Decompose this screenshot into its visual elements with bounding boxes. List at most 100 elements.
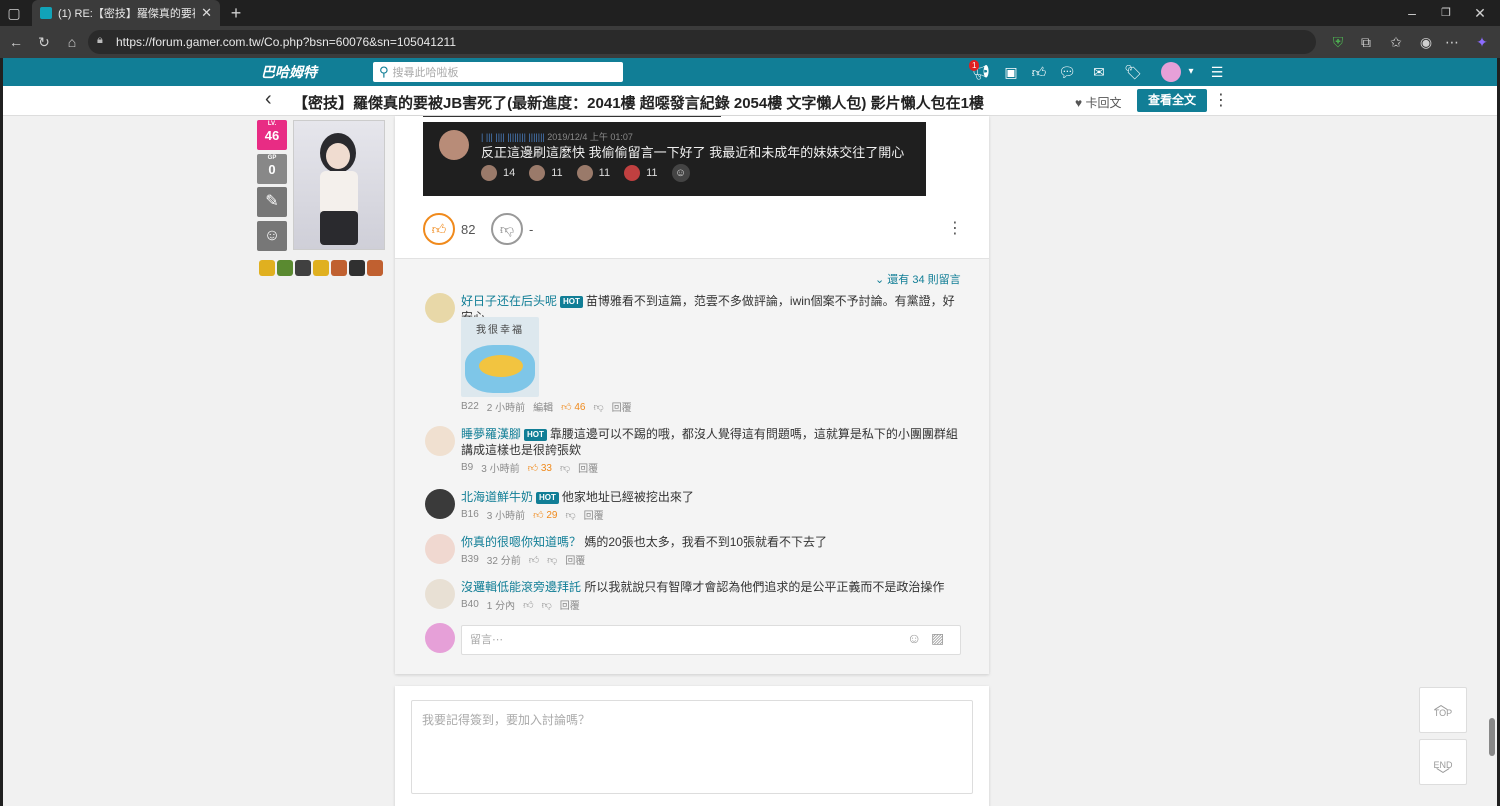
dislike-count: -: [529, 222, 534, 237]
comment-like-icon[interactable]: 👍︎: [523, 599, 533, 611]
search-input[interactable]: ⚲ 搜尋此哈啦板: [373, 62, 623, 82]
medal-icon[interactable]: [349, 260, 365, 276]
copilot-icon[interactable]: ✦: [1470, 30, 1494, 54]
comment-avatar[interactable]: [425, 534, 455, 564]
hamburger-menu-icon[interactable]: ☰: [1205, 58, 1229, 86]
restore-icon[interactable]: ❐: [1434, 1, 1458, 25]
medal-icon[interactable]: [313, 260, 329, 276]
comment-footer: B9 3 小時前 👍︎ 33 👎︎ 回覆: [461, 460, 598, 475]
comment-author[interactable]: 沒邏輯低能滾旁邊拜託: [461, 580, 581, 594]
comment-body: 沒邏輯低能滾旁邊拜託 所以我就說只有智障才會認為他們追求的是公平正義而不是政治操…: [461, 579, 965, 595]
scrollbar-thumb[interactable]: [1489, 718, 1495, 756]
extensions-icon[interactable]: ⧉: [1354, 30, 1378, 54]
mail-icon[interactable]: ✉: [1087, 58, 1111, 86]
comment-floor: B22: [461, 401, 479, 412]
dislike-button[interactable]: 👎︎: [491, 213, 523, 245]
like-notify-icon[interactable]: 👍︎: [1027, 58, 1051, 86]
like-button[interactable]: 👍︎: [423, 213, 455, 245]
like-count[interactable]: 82: [461, 222, 475, 237]
comment-avatar[interactable]: [425, 489, 455, 519]
thumbs-down-icon: 👎︎: [499, 221, 515, 237]
profile-icon[interactable]: ◉: [1414, 30, 1438, 54]
comment-dislike-icon[interactable]: 👎︎: [560, 462, 570, 474]
comment-like-button[interactable]: 👍︎ 29: [533, 509, 557, 521]
thumbs-up-icon: 👍︎: [527, 462, 539, 474]
window-close-icon[interactable]: ✕: [1468, 1, 1492, 25]
medal-icon[interactable]: [367, 260, 383, 276]
avatar-body: [320, 171, 358, 215]
comment-footer: B40 1 分內 👍︎ 👎︎ 回覆: [461, 597, 580, 612]
browser-tab[interactable]: (1) RE:【密技】羅傑真的要被JB害 ✕: [32, 0, 220, 26]
image-upload-icon[interactable]: ▨: [931, 630, 944, 647]
comment-text: 媽的20張也太多，我看不到10張就看不下去了: [584, 535, 828, 549]
comment-input[interactable]: 留言⋯: [461, 625, 961, 655]
comment-floor: B39: [461, 554, 479, 565]
tools-icon[interactable]: ✎: [257, 187, 287, 217]
face-icon[interactable]: ☺: [257, 221, 287, 251]
user-avatar[interactable]: [1161, 62, 1181, 82]
comment-reply-link[interactable]: 回覆: [612, 399, 632, 414]
comment-author[interactable]: 好日子还在后头呢: [461, 294, 557, 308]
emoji-icon[interactable]: ☺: [907, 630, 921, 646]
comment-avatar[interactable]: [425, 579, 455, 609]
comment-time: 3 小時前: [486, 511, 526, 522]
medal-icon[interactable]: [295, 260, 311, 276]
post-more-icon[interactable]: ⋮: [947, 218, 963, 238]
scroll-top-button[interactable]: ︿ TOP: [1419, 687, 1467, 733]
thumbs-up-icon: 👍︎: [561, 401, 572, 413]
comment-like-button[interactable]: 👍︎ 33: [528, 462, 552, 474]
search-icon: ⚲: [379, 64, 389, 79]
tab-actions-icon[interactable]: ▢: [2, 1, 26, 25]
comment-body: 你真的很嗯你知道嗎？ 媽的20張也太多，我看不到10張就看不下去了: [461, 534, 965, 550]
comment-dislike-icon[interactable]: 👎︎: [594, 401, 604, 413]
favorites-icon[interactable]: ✩: [1384, 30, 1408, 54]
extension-shield-icon[interactable]: ⛨: [1326, 30, 1350, 54]
comment-author[interactable]: 睡夢羅漢腳: [461, 427, 521, 441]
reply-textarea[interactable]: 我要記得簽到，要加入討論嗎？: [411, 700, 973, 794]
scroll-end-button[interactable]: END ﹀: [1419, 739, 1467, 785]
menu-dots-icon[interactable]: ⋯: [1440, 30, 1464, 54]
subscribe-icon[interactable]: ▣: [999, 58, 1023, 86]
view-full-text-button[interactable]: 查看全文: [1137, 89, 1207, 112]
medal-icon[interactable]: [331, 260, 347, 276]
site-favicon-icon: [40, 7, 52, 19]
comment-like-button[interactable]: 👍︎ 46: [561, 401, 585, 413]
chevron-down-icon[interactable]: ▾: [1179, 58, 1203, 86]
comment-avatar[interactable]: [425, 293, 455, 323]
back-arrow-icon[interactable]: ‹: [265, 88, 272, 111]
comment-reply-link[interactable]: 回覆: [578, 460, 598, 475]
embedded-screenshot[interactable]: | ||| |||| |||||||| ||||||| 2019/12/4 上午…: [423, 122, 926, 196]
reply-label[interactable]: ♥ 卡回文: [1075, 94, 1121, 111]
close-tab-icon[interactable]: ✕: [201, 5, 212, 21]
comment-author[interactable]: 你真的很嗯你知道嗎？: [461, 535, 581, 549]
site-logo[interactable]: 巴哈姆特: [261, 62, 317, 82]
comment-avatar[interactable]: [425, 426, 455, 456]
sticker-character: [479, 355, 523, 377]
minimize-icon[interactable]: –: [1400, 1, 1424, 25]
new-tab-icon[interactable]: +: [224, 1, 248, 25]
comment-like-icon[interactable]: 👍︎: [529, 554, 539, 566]
comment-reply-link[interactable]: 回覆: [560, 597, 580, 612]
comment-author[interactable]: 北海道鮮牛奶: [461, 490, 533, 504]
comment-dislike-icon[interactable]: 👎︎: [566, 509, 576, 521]
show-more-comments[interactable]: ⌄ 還有 34 則留言: [875, 271, 961, 287]
more-options-icon[interactable]: ⋮: [1213, 90, 1229, 110]
reaction-icon: [529, 165, 546, 181]
address-bar[interactable]: 🔒︎ https://forum.gamer.com.tw/Co.php?bsn…: [88, 30, 1316, 54]
home-icon[interactable]: ⌂: [60, 30, 84, 54]
search-placeholder: 搜尋此哈啦板: [392, 67, 459, 79]
scrollbar[interactable]: [1489, 116, 1497, 806]
poster-avatar[interactable]: [293, 120, 385, 250]
comment-reply-link[interactable]: 回覆: [584, 507, 604, 522]
comment-dislike-icon[interactable]: 👎︎: [547, 554, 557, 566]
back-icon[interactable]: ←: [4, 30, 28, 54]
tag-icon[interactable]: 🏷︎: [1121, 58, 1145, 86]
chat-icon[interactable]: 💬︎: [1055, 58, 1079, 86]
medal-icon[interactable]: [277, 260, 293, 276]
comment-footer: B16 3 小時前 👍︎ 29 👎︎ 回覆: [461, 507, 604, 522]
refresh-icon[interactable]: ↻: [32, 30, 56, 54]
comment-reply-link[interactable]: 回覆: [565, 552, 585, 567]
medal-icon[interactable]: [259, 260, 275, 276]
comment-dislike-icon[interactable]: 👎︎: [542, 599, 552, 611]
reply-card: 我要記得簽到，要加入討論嗎？: [395, 686, 989, 806]
